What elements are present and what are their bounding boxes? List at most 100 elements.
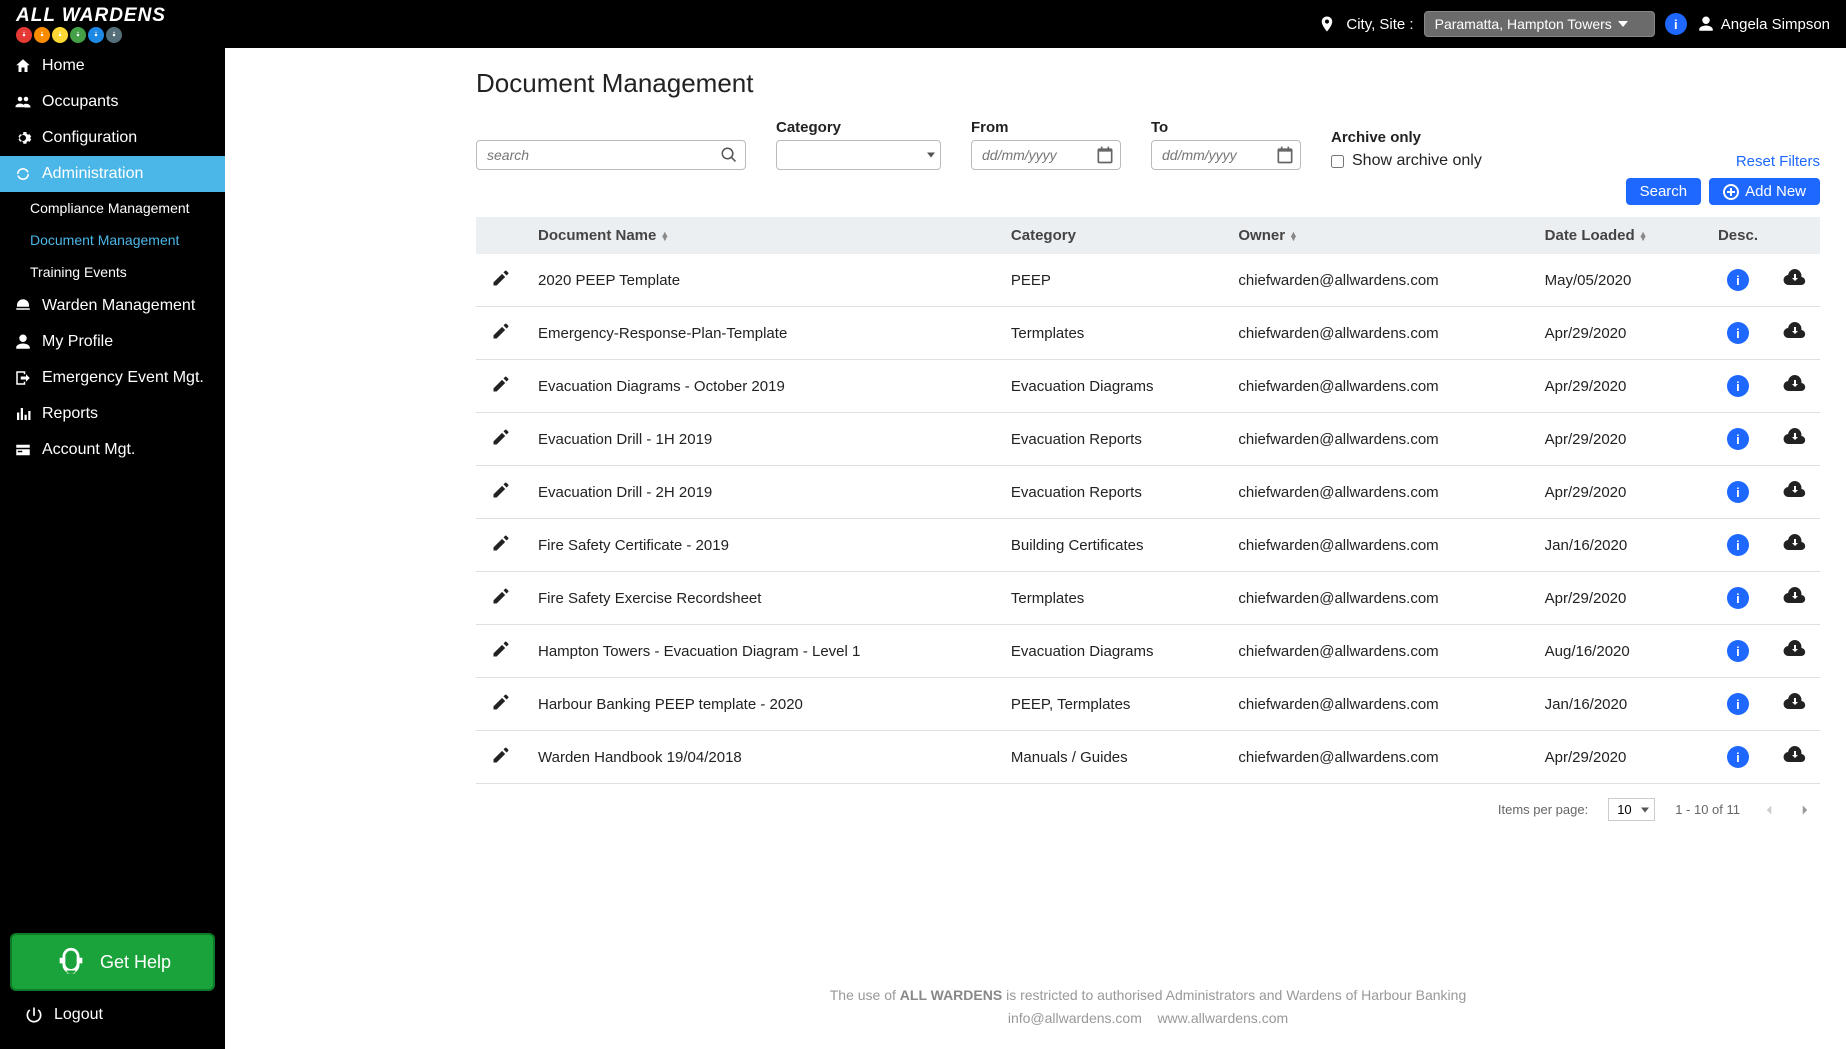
desc-info-icon[interactable]: i [1727, 587, 1749, 609]
edit-icon[interactable] [491, 533, 511, 553]
download-icon[interactable] [1783, 637, 1807, 661]
cell-owner: chiefwarden@allwardens.com [1226, 731, 1532, 784]
footer-prefix: The use of [830, 987, 900, 1003]
edit-icon[interactable] [491, 692, 511, 712]
download-icon[interactable] [1783, 319, 1807, 343]
edit-icon[interactable] [491, 268, 511, 288]
cell-doc-name: Warden Handbook 19/04/2018 [526, 731, 999, 784]
filters-row: Category From To [476, 119, 1820, 170]
download-icon[interactable] [1783, 690, 1807, 714]
person-icon [1697, 15, 1715, 33]
sidebar-item-home[interactable]: Home [0, 48, 225, 84]
table-row: Emergency-Response-Plan-TemplateTermplat… [476, 307, 1820, 360]
brand-logo: ALL WARDENS [16, 6, 166, 43]
table-row: Evacuation Diagrams - October 2019Evacua… [476, 360, 1820, 413]
cell-category: Evacuation Diagrams [999, 625, 1226, 678]
brand-dot [16, 27, 32, 43]
edit-icon[interactable] [491, 480, 511, 500]
get-help-button[interactable]: Get Help [10, 933, 215, 991]
search-button[interactable]: Search [1626, 178, 1702, 205]
cell-doc-name: 2020 PEEP Template [526, 254, 999, 307]
sidebar-subitem-compliance-management[interactable]: Compliance Management [0, 192, 225, 224]
archive-checkbox-label: Show archive only [1352, 152, 1482, 170]
edit-icon[interactable] [491, 745, 511, 765]
cell-category: Termplates [999, 307, 1226, 360]
search-icon[interactable] [720, 146, 738, 164]
desc-info-icon[interactable]: i [1727, 640, 1749, 662]
download-icon[interactable] [1783, 266, 1807, 290]
desc-info-icon[interactable]: i [1727, 269, 1749, 291]
items-per-page-select[interactable]: 10 [1608, 798, 1655, 821]
cell-doc-name: Fire Safety Certificate - 2019 [526, 519, 999, 572]
col-owner[interactable]: Owner▲▼ [1226, 217, 1532, 254]
sidebar-item-warden-management[interactable]: Warden Management [0, 288, 225, 324]
desc-info-icon[interactable]: i [1727, 481, 1749, 503]
sidebar-item-my-profile[interactable]: My Profile [0, 324, 225, 360]
col-document-name[interactable]: Document Name▲▼ [526, 217, 999, 254]
cell-owner: chiefwarden@allwardens.com [1226, 519, 1532, 572]
footer-email[interactable]: info@allwardens.com [1008, 1010, 1142, 1026]
help-agent-icon [54, 945, 88, 979]
archive-only-checkbox[interactable] [1331, 155, 1344, 168]
edit-icon[interactable] [491, 427, 511, 447]
desc-info-icon[interactable]: i [1727, 693, 1749, 715]
col-date-loaded[interactable]: Date Loaded▲▼ [1533, 217, 1706, 254]
download-icon[interactable] [1783, 425, 1807, 449]
search-input[interactable] [476, 140, 746, 170]
download-icon[interactable] [1783, 478, 1807, 502]
documents-table: Document Name▲▼ Category Owner▲▼ Date Lo… [476, 217, 1820, 784]
cell-date: Apr/29/2020 [1533, 466, 1706, 519]
pager-next-icon[interactable] [1796, 801, 1814, 819]
desc-info-icon[interactable]: i [1727, 428, 1749, 450]
sidebar-item-reports[interactable]: Reports [0, 396, 225, 432]
site-selector[interactable]: Paramatta, Hampton Towers [1424, 11, 1655, 37]
add-new-button[interactable]: Add New [1709, 178, 1820, 205]
user-menu[interactable]: Angela Simpson [1697, 15, 1830, 33]
cell-owner: chiefwarden@allwardens.com [1226, 413, 1532, 466]
logout-button[interactable]: Logout [10, 991, 215, 1039]
edit-icon[interactable] [491, 374, 511, 394]
download-icon[interactable] [1783, 531, 1807, 555]
download-icon[interactable] [1783, 584, 1807, 608]
calendar-icon[interactable] [1095, 145, 1115, 165]
reset-filters-link[interactable]: Reset Filters [1736, 153, 1820, 170]
sidebar-item-occupants[interactable]: Occupants [0, 84, 225, 120]
category-label: Category [776, 119, 941, 136]
sidebar-item-account-mgt-[interactable]: Account Mgt. [0, 432, 225, 468]
edit-icon[interactable] [491, 321, 511, 341]
col-category[interactable]: Category [999, 217, 1226, 254]
download-icon[interactable] [1783, 743, 1807, 767]
person-icon [14, 333, 32, 351]
cell-owner: chiefwarden@allwardens.com [1226, 625, 1532, 678]
cell-category: Manuals / Guides [999, 731, 1226, 784]
cell-date: Apr/29/2020 [1533, 731, 1706, 784]
desc-info-icon[interactable]: i [1727, 375, 1749, 397]
cell-category: PEEP, Termplates [999, 678, 1226, 731]
brand-dot [52, 27, 68, 43]
sidebar-item-administration[interactable]: Administration [0, 156, 225, 192]
brand-dots [16, 27, 166, 43]
desc-info-icon[interactable]: i [1727, 746, 1749, 768]
sidebar-subitem-training-events[interactable]: Training Events [0, 256, 225, 288]
pager-range: 1 - 10 of 11 [1675, 802, 1740, 817]
pager-prev-icon[interactable] [1760, 801, 1778, 819]
download-icon[interactable] [1783, 372, 1807, 396]
sidebar-item-configuration[interactable]: Configuration [0, 120, 225, 156]
cell-doc-name: Evacuation Diagrams - October 2019 [526, 360, 999, 413]
sidebar-item-label: Occupants [42, 93, 118, 111]
brand-dot [106, 27, 122, 43]
footer-website[interactable]: www.allwardens.com [1157, 1010, 1288, 1026]
edit-icon[interactable] [491, 586, 511, 606]
home-icon [14, 57, 32, 75]
calendar-icon[interactable] [1275, 145, 1295, 165]
category-select[interactable] [776, 140, 941, 170]
desc-info-icon[interactable]: i [1727, 322, 1749, 344]
pagination: Items per page: 10 1 - 10 of 11 [476, 784, 1820, 835]
edit-icon[interactable] [491, 639, 511, 659]
desc-info-icon[interactable]: i [1727, 534, 1749, 556]
table-row: Evacuation Drill - 2H 2019Evacuation Rep… [476, 466, 1820, 519]
sidebar-subitem-document-management[interactable]: Document Management [0, 224, 225, 256]
site-info-icon[interactable]: i [1665, 13, 1687, 35]
cell-date: Apr/29/2020 [1533, 572, 1706, 625]
sidebar-item-emergency-event-mgt-[interactable]: Emergency Event Mgt. [0, 360, 225, 396]
